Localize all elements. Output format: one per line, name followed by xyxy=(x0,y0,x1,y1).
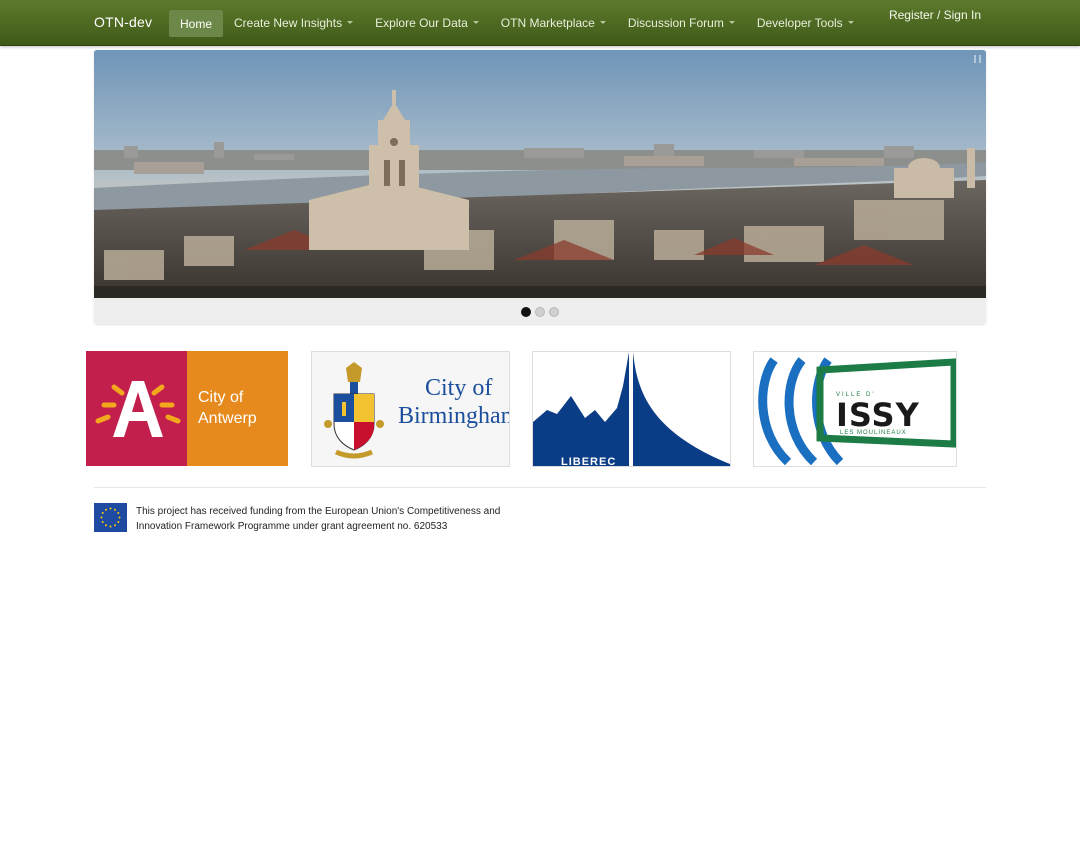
carousel-dot-3[interactable] xyxy=(549,307,559,317)
register-sign-in-link[interactable]: Register / Sign In xyxy=(889,8,981,22)
caret-down-icon xyxy=(599,21,606,24)
nav-item-label: Developer Tools xyxy=(756,15,843,30)
carousel-slide-city-panorama[interactable] xyxy=(94,50,986,298)
nav-item-discussion-forum[interactable]: Discussion Forum xyxy=(617,0,746,45)
funding-acknowledgement: This project has received funding from t… xyxy=(136,504,556,534)
nav-item-developer-tools[interactable]: Developer Tools xyxy=(746,0,865,45)
nav-item-label: Create New Insights xyxy=(234,15,343,30)
brand-link[interactable]: OTN-dev xyxy=(94,14,152,30)
nav-item-explore-our-data[interactable]: Explore Our Data xyxy=(364,0,490,45)
nav-item-create-new-insights[interactable]: Create New Insights xyxy=(223,0,364,45)
liberec-logo[interactable]: LIBEREC xyxy=(532,351,731,467)
birmingham-logo[interactable]: City of Birmingham xyxy=(311,351,510,467)
city-panorama-image xyxy=(94,50,986,298)
carousel-dot-2[interactable] xyxy=(535,307,545,317)
nav-item-label: Explore Our Data xyxy=(375,15,468,30)
caret-down-icon xyxy=(847,21,854,24)
nav-item-otn-marketplace[interactable]: OTN Marketplace xyxy=(490,0,617,45)
birmingham-crest-icon xyxy=(324,362,384,459)
carousel-indicators xyxy=(94,307,986,317)
caret-down-icon xyxy=(347,21,354,24)
caret-down-icon xyxy=(728,21,735,24)
issy-top-text: VILLE D' xyxy=(836,392,876,398)
funding-line-1: This project has received funding from t… xyxy=(136,506,501,517)
image-carousel xyxy=(94,50,986,324)
nav-item-home[interactable]: Home xyxy=(169,10,224,37)
issy-name: ISSY xyxy=(836,396,920,434)
issy-logo[interactable]: ISSY VILLE D' LES MOULINEAUX xyxy=(753,351,957,467)
main-nav: Home Create New Insights Explore Our Dat… xyxy=(169,0,865,45)
liberec-name: LIBEREC xyxy=(561,456,617,467)
top-navbar: OTN-dev Home Create New Insights Explore… xyxy=(0,0,1080,46)
nav-item-label: Home xyxy=(180,16,213,31)
nav-item-label: OTN Marketplace xyxy=(500,15,595,30)
antwerp-a-icon xyxy=(95,381,181,437)
funding-line-2: Innovation Framework Programme under gra… xyxy=(136,521,448,532)
antwerp-logo[interactable]: City of Antwerp xyxy=(86,351,288,466)
liberec-skyline-icon xyxy=(533,352,730,466)
birmingham-name: City of Birmingham xyxy=(398,375,510,429)
carousel-dot-1[interactable] xyxy=(521,307,531,317)
caret-down-icon xyxy=(472,21,479,24)
issy-bottom-text: LES MOULINEAUX xyxy=(840,430,907,436)
nav-item-label: Discussion Forum xyxy=(627,15,724,30)
pause-icon[interactable] xyxy=(974,55,981,63)
eu-flag-icon xyxy=(94,503,127,532)
eu-stars-icon xyxy=(100,507,121,528)
footer-divider xyxy=(94,487,986,488)
antwerp-name: City of Antwerp xyxy=(198,389,257,427)
